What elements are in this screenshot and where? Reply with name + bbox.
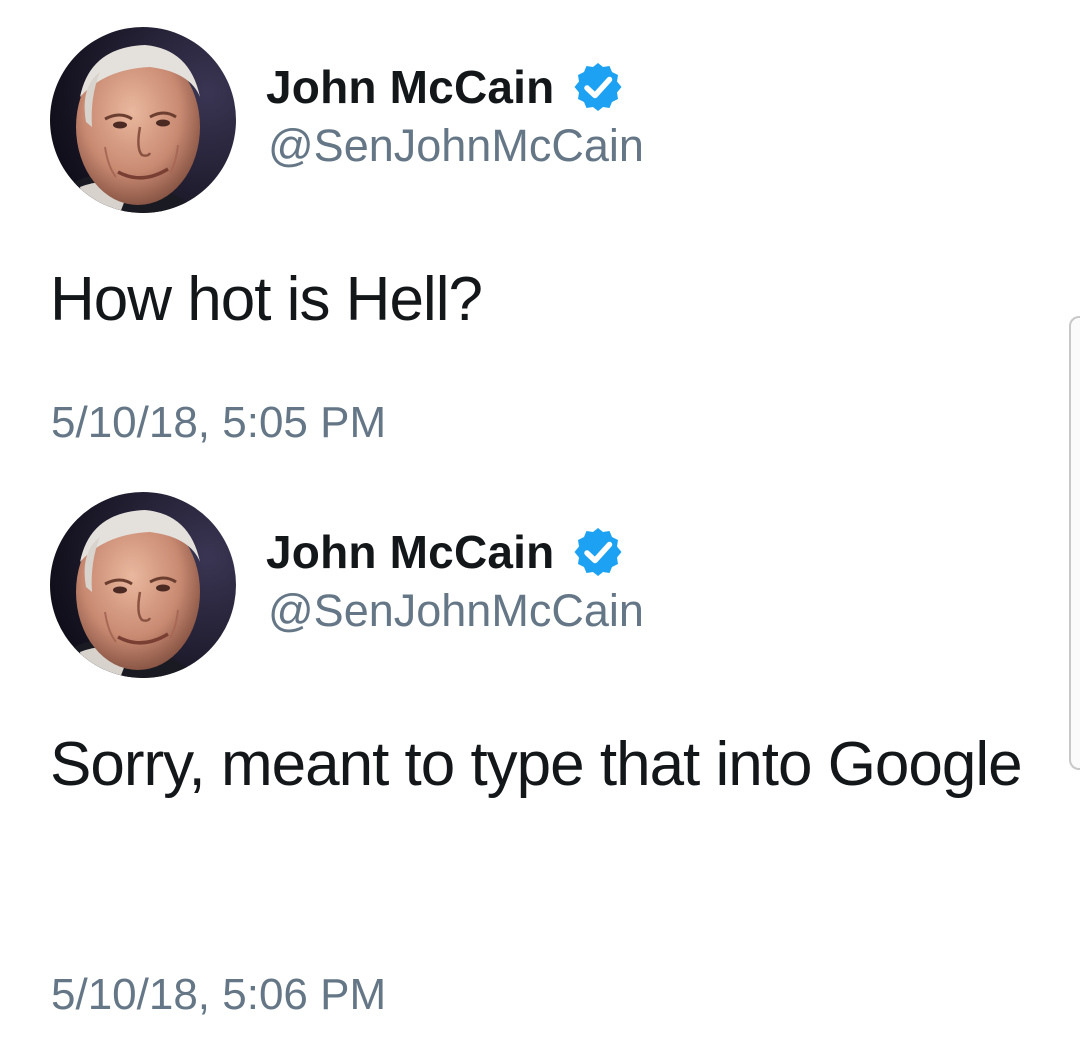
tweet-timestamp[interactable]: 5/10/18, 5:05 PM [51,398,386,448]
display-name-row: John McCain [266,517,624,587]
verified-badge-icon [574,528,622,576]
tweet-text: How hot is Hell? [50,265,483,334]
user-handle[interactable]: @SenJohnMcCain [268,120,644,172]
display-name[interactable]: John McCain [266,525,554,579]
profile-avatar[interactable] [50,27,236,213]
verified-badge-icon [574,63,622,111]
display-name-row: John McCain [266,52,624,122]
display-name[interactable]: John McCain [266,60,554,114]
scroll-edge-panel[interactable] [1069,316,1080,770]
tweet-timestamp[interactable]: 5/10/18, 5:06 PM [51,970,386,1020]
profile-avatar[interactable] [50,492,236,678]
tweet-text: Sorry, meant to type that into Google [50,730,1023,799]
user-handle[interactable]: @SenJohnMcCain [268,585,644,637]
tweet-screenshot: John McCain @SenJohnMcCain How hot is He… [0,0,1080,1056]
